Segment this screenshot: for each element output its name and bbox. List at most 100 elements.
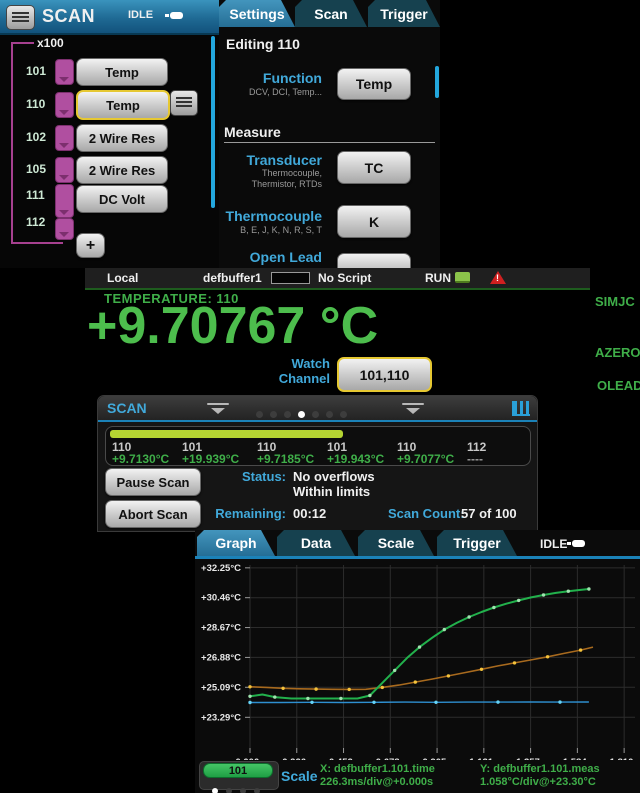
- measure-section-label: Measure: [224, 124, 281, 140]
- watch-label-line2: Channel: [279, 371, 330, 386]
- graph-shortcut-icon[interactable]: [512, 401, 530, 416]
- channel-multiplier-label: x100: [34, 36, 67, 50]
- channel-handle[interactable]: [55, 218, 74, 240]
- home-statusbar: Local defbuffer1 No Script RUN: [85, 268, 590, 290]
- open-lead-value-button[interactable]: [337, 253, 411, 268]
- swipe-page-dots[interactable]: [256, 405, 354, 423]
- trace-page-dots[interactable]: [212, 781, 267, 793]
- main-reading: +9.70767 °C: [87, 296, 517, 356]
- reading-value: +9.7130°C: [112, 452, 169, 466]
- tab-trigger[interactable]: Trigger: [368, 0, 440, 27]
- transducer-sub-label: Thermocouple, Thermistor, RTDs: [229, 168, 322, 190]
- trace-pill-101[interactable]: 101: [203, 763, 273, 778]
- transducer-label: Transducer: [229, 152, 322, 168]
- channel-handle[interactable]: [55, 92, 74, 118]
- y-axis-source-line2: 1.058°C/div@+23.30°C: [480, 776, 596, 788]
- channel-function-button[interactable]: 2 Wire Res: [76, 124, 168, 152]
- graph-trigger-state: IDLE: [540, 537, 567, 551]
- function-sub-label: DCV, DCI, Temp...: [229, 87, 322, 97]
- svg-text:1.584s: 1.584s: [563, 757, 592, 760]
- channel-function-button[interactable]: 2 Wire Res: [76, 156, 168, 184]
- channel-function-button[interactable]: Temp: [76, 58, 168, 86]
- thermocouple-value-button[interactable]: K: [337, 205, 411, 238]
- reading-value: +19.943°C: [327, 452, 384, 466]
- open-lead-label: Open Lead: [229, 249, 322, 265]
- watch-channel-label: Watch Channel: [230, 356, 330, 386]
- tab-trigger-graph[interactable]: Trigger: [437, 530, 517, 556]
- scale-quick-label[interactable]: Scale: [281, 768, 318, 784]
- tab-data[interactable]: Data: [277, 530, 355, 556]
- add-channel-button[interactable]: +: [76, 233, 105, 258]
- watch-label-line1: Watch: [291, 356, 330, 371]
- pause-scan-button[interactable]: Pause Scan: [105, 468, 201, 496]
- svg-text:0.452s: 0.452s: [329, 757, 358, 760]
- panel-title: SCAN: [42, 6, 95, 27]
- remaining-label: Remaining:: [206, 506, 286, 521]
- remaining-value: 00:12: [293, 506, 326, 521]
- tab-settings[interactable]: Settings: [219, 0, 295, 27]
- editing-label: Editing 110: [226, 36, 300, 52]
- scan-count-value: 57 of 100: [461, 506, 517, 521]
- svg-text:0.000s: 0.000s: [235, 757, 264, 760]
- channel-number: 112: [26, 215, 45, 229]
- tab-scale[interactable]: Scale: [358, 530, 434, 556]
- annunciator-simjc: SIMJC: [595, 294, 635, 309]
- channel-function-button[interactable]: DC Volt: [76, 185, 168, 213]
- reading-value: +9.7077°C: [397, 452, 454, 466]
- channel-options-icon[interactable]: [170, 90, 198, 116]
- thermocouple-sub-label: B, E, J, K, N, R, S, T: [229, 225, 322, 235]
- menu-icon[interactable]: [6, 5, 35, 30]
- x-axis-source-line1: X: defbuffer1.101.time: [320, 763, 435, 775]
- warning-icon[interactable]: [490, 271, 506, 284]
- tab-scan[interactable]: Scan: [295, 0, 367, 27]
- y-axis-source-line1: Y: defbuffer1.101.meas: [480, 763, 600, 775]
- channel-list-scrollbar[interactable]: [211, 36, 215, 208]
- channel-function-button-selected[interactable]: Temp: [76, 90, 170, 120]
- x-axis-source-line2: 226.3ms/div@+0.000s: [320, 776, 433, 788]
- idle-icon: [170, 12, 183, 19]
- section-divider: [224, 142, 435, 143]
- svg-text:0.678s: 0.678s: [376, 757, 405, 760]
- svg-text:0.905s: 0.905s: [423, 757, 452, 760]
- scan-readings-box: 110 +9.7130°C 101 +19.939°C 110 +9.7185°…: [105, 426, 531, 466]
- svg-text:1.357s: 1.357s: [516, 757, 545, 760]
- thermocouple-label: Thermocouple: [219, 208, 322, 224]
- collapse-chevron-left-icon[interactable]: [206, 403, 230, 415]
- channel-handle[interactable]: [55, 59, 74, 85]
- tab-graph[interactable]: Graph: [197, 530, 275, 556]
- status-line2: Within limits: [293, 484, 370, 499]
- watch-channel-button[interactable]: 101,110: [337, 357, 432, 392]
- svg-text:+23.29°C: +23.29°C: [201, 712, 241, 723]
- channel-number: 110: [26, 97, 45, 111]
- channel-handle[interactable]: [55, 157, 74, 183]
- svg-text:+26.88°C: +26.88°C: [201, 652, 241, 663]
- svg-text:+30.46°C: +30.46°C: [201, 593, 241, 604]
- swipe-title: SCAN: [107, 400, 147, 416]
- reading-value: +9.7185°C: [257, 452, 314, 466]
- channel-handle[interactable]: [55, 125, 74, 151]
- settings-scrollbar[interactable]: [435, 66, 439, 98]
- collapse-chevron-right-icon[interactable]: [401, 403, 425, 415]
- annunciator-azero: AZERO: [595, 345, 640, 360]
- scan-swipe-header: SCAN: [98, 396, 537, 422]
- channel-panel-header: SCAN IDLE: [0, 0, 219, 35]
- home-panel: Local defbuffer1 No Script RUN TEMPERATU…: [85, 268, 640, 395]
- buffer-name-label[interactable]: defbuffer1: [203, 271, 262, 285]
- scan-progress-fill: [110, 430, 343, 438]
- abort-scan-button[interactable]: Abort Scan: [105, 500, 201, 528]
- transducer-value-button[interactable]: TC: [337, 151, 411, 184]
- trigger-state-label: IDLE: [128, 9, 153, 21]
- svg-text:+32.25°C: +32.25°C: [201, 563, 241, 574]
- function-label: Function: [229, 70, 322, 86]
- graph-panel: Graph Data Scale Trigger IDLE 0.000s 0.22…: [195, 530, 640, 793]
- svg-text:1.810s: 1.810s: [610, 757, 639, 760]
- svg-text:0.226s: 0.226s: [282, 757, 311, 760]
- scan-trend-chart[interactable]: 0.000s 0.226s 0.452s 0.678s 0.905s 1.131s 1.35…: [195, 560, 640, 760]
- function-value-button[interactable]: Temp: [337, 68, 411, 100]
- run-state-label: RUN: [425, 271, 451, 285]
- channel-number: 102: [26, 130, 46, 144]
- channel-handle[interactable]: [55, 184, 74, 218]
- channel-number: 101: [26, 64, 46, 78]
- svg-text:1.131s: 1.131s: [469, 757, 498, 760]
- annunciator-olead: OLEAD: [597, 378, 640, 393]
